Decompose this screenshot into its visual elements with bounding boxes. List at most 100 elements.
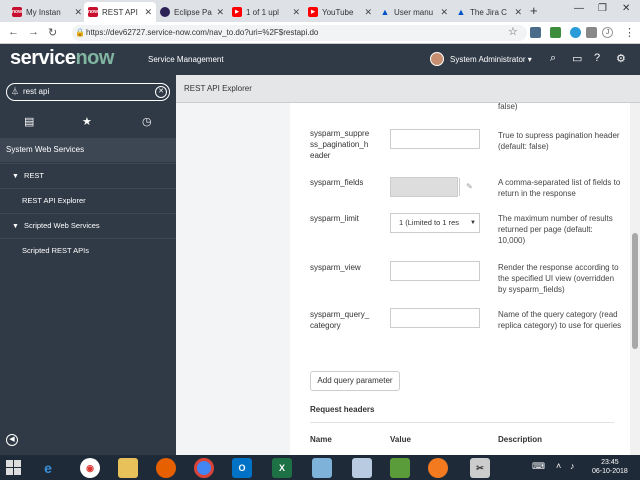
- internet-explorer-icon[interactable]: e: [38, 458, 58, 478]
- column-header-name: Name: [310, 435, 332, 444]
- url-bar[interactable]: 🔒 https://dev62727.service-now.com/nav_t…: [72, 25, 527, 41]
- add-query-parameter-button[interactable]: Add query parameter: [310, 371, 400, 391]
- excel-icon[interactable]: X: [272, 458, 292, 478]
- navigator-filter-input[interactable]: ⏃ rest api ✕: [6, 83, 170, 101]
- app-icon[interactable]: [352, 458, 372, 478]
- outlook-icon[interactable]: O: [232, 458, 252, 478]
- collapse-navigator-icon[interactable]: ◀: [6, 434, 18, 446]
- param-input-fields[interactable]: ✎: [390, 177, 479, 197]
- lock-icon: 🔒: [75, 28, 85, 37]
- param-input-query-category[interactable]: [390, 308, 480, 328]
- back-icon[interactable]: ←: [8, 26, 19, 38]
- extension-icon[interactable]: [530, 27, 541, 38]
- atlassian-icon: ▲: [456, 7, 466, 17]
- nav-module-scripted-rest-apis[interactable]: Scripted REST APIs: [0, 238, 176, 262]
- browser-tab-6[interactable]: ▲ User manu ✕: [376, 2, 452, 22]
- atlassian-icon: ▲: [380, 7, 390, 17]
- clear-filter-icon[interactable]: ✕: [155, 86, 167, 98]
- browser-tab-5[interactable]: ▶ YouTube ✕: [304, 2, 376, 22]
- close-icon[interactable]: ✕: [216, 7, 224, 18]
- connect-chat-icon[interactable]: ▭: [572, 52, 582, 65]
- address-toolbar: ← → ↻ 🔒 https://dev62727.service-now.com…: [0, 22, 640, 44]
- browser-tab-2[interactable]: now REST API ✕: [84, 2, 156, 22]
- column-header-value: Value: [390, 435, 411, 444]
- filter-icon: ⏃: [11, 87, 19, 96]
- application-navigator: ⏃ rest api ✕ ▤ ★ ◷ System Web Services ▼…: [0, 75, 176, 455]
- file-explorer-icon[interactable]: [118, 458, 138, 478]
- maximize-icon[interactable]: ❐: [598, 3, 607, 14]
- windows-start-icon[interactable]: [6, 460, 22, 476]
- caret-down-icon: ▼: [12, 223, 19, 230]
- avatar[interactable]: [430, 52, 444, 66]
- nav-section-system-web-services[interactable]: System Web Services: [0, 138, 176, 162]
- history-clock-icon[interactable]: ◷: [142, 115, 152, 128]
- divider: [310, 422, 614, 423]
- windows-taskbar: e ◉ O X ✂ ⌨ ˄ ♪ 23:45 06-10-2018: [0, 455, 640, 480]
- window-close-icon[interactable]: ✕: [622, 3, 630, 14]
- profile-avatar[interactable]: J: [602, 27, 613, 38]
- nav-group-rest[interactable]: ▼ REST: [0, 163, 176, 187]
- firefox-icon[interactable]: [156, 458, 176, 478]
- help-icon[interactable]: ?: [594, 52, 600, 64]
- user-menu[interactable]: System Administrator ▾: [450, 55, 532, 64]
- servicenow-now-icon: now: [88, 7, 98, 17]
- tray-chevron-icon[interactable]: ˄: [556, 461, 561, 471]
- youtube-icon: ▶: [308, 7, 318, 17]
- param-desc: Name of the query category (read replica…: [498, 310, 622, 330]
- reload-icon[interactable]: ↻: [48, 26, 57, 39]
- close-icon[interactable]: ✕: [514, 7, 522, 18]
- navigator-tabs: ▤ ★ ◷: [0, 113, 176, 133]
- param-desc: The maximum number of results returned p…: [498, 214, 613, 245]
- param-desc: True to supress pagination header (defau…: [498, 131, 620, 151]
- browser-tab-3[interactable]: Eclipse Pa ✕: [156, 2, 228, 22]
- forward-icon[interactable]: →: [28, 26, 39, 38]
- app-icon[interactable]: [390, 458, 410, 478]
- pencil-icon[interactable]: ✎: [459, 178, 479, 196]
- extension-icon[interactable]: [586, 27, 597, 38]
- param-input-view[interactable]: [390, 261, 480, 281]
- scrollbar-thumb[interactable]: [632, 233, 638, 349]
- content-scrollbar[interactable]: [630, 103, 640, 455]
- nav-group-scripted-web-services[interactable]: ▼ Scripted Web Services: [0, 213, 176, 237]
- param-name: sysparm_view: [310, 263, 361, 272]
- favorites-star-icon[interactable]: ★: [82, 115, 92, 128]
- param-desc: Render the response according to the spe…: [498, 263, 619, 294]
- param-select-limit[interactable]: 1 (Limited to 1 res ▼: [390, 213, 480, 233]
- browser-menu-icon[interactable]: ⋮: [624, 26, 635, 39]
- extension-icon[interactable]: [570, 27, 581, 38]
- bookmark-star-icon[interactable]: ☆: [508, 25, 518, 38]
- all-apps-icon[interactable]: ▤: [24, 115, 34, 128]
- param-name: sysparm_query_ category: [310, 310, 370, 330]
- param-desc-fragment: false): [498, 102, 518, 111]
- browser-tab-1[interactable]: now My Instan ✕: [8, 2, 86, 22]
- recorder-icon[interactable]: ◉: [80, 458, 100, 478]
- eclipse-icon: [160, 7, 170, 17]
- new-tab-icon[interactable]: +: [530, 3, 538, 18]
- product-name: Service Management: [148, 55, 224, 64]
- speaker-icon[interactable]: ♪: [570, 461, 575, 471]
- chrome-icon[interactable]: [194, 458, 214, 478]
- param-name: sysparm_limit: [310, 214, 359, 223]
- close-icon[interactable]: ✕: [74, 7, 82, 18]
- close-icon[interactable]: ✕: [144, 7, 152, 18]
- search-icon[interactable]: ⌕: [550, 52, 556, 65]
- close-icon[interactable]: ✕: [440, 7, 448, 18]
- app-icon[interactable]: [312, 458, 332, 478]
- param-input-suppress-pagination-header[interactable]: [390, 129, 480, 149]
- nav-module-rest-api-explorer[interactable]: REST API Explorer: [0, 188, 176, 212]
- snipping-tool-icon[interactable]: ✂: [470, 458, 490, 478]
- close-icon[interactable]: ✕: [292, 7, 300, 18]
- close-icon[interactable]: ✕: [364, 7, 372, 18]
- youtube-icon: ▶: [232, 7, 242, 17]
- browser-tab-7[interactable]: ▲ The Jira C ✕: [452, 2, 526, 22]
- app-icon[interactable]: [428, 458, 448, 478]
- system-clock[interactable]: 23:45 06-10-2018: [592, 458, 628, 476]
- browser-tab-4[interactable]: ▶ 1 of 1 upl ✕: [228, 2, 304, 22]
- extension-icon[interactable]: [550, 27, 561, 38]
- gear-icon[interactable]: ⚙: [616, 52, 626, 65]
- keyboard-icon[interactable]: ⌨: [532, 461, 545, 472]
- minimize-icon[interactable]: —: [574, 3, 584, 14]
- param-name: sysparm_fields: [310, 178, 364, 187]
- caret-down-icon: ▼: [12, 173, 19, 180]
- servicenow-logo[interactable]: servicenow: [10, 47, 114, 70]
